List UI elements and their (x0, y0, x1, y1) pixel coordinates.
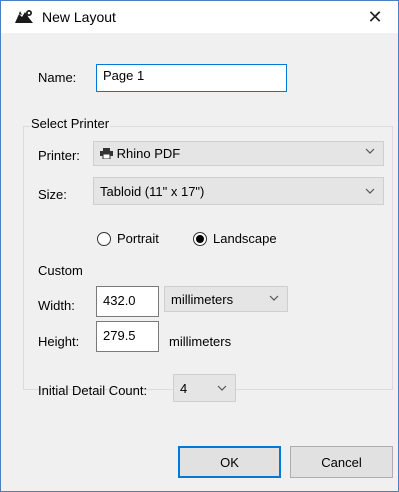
name-input[interactable]: Page 1 (96, 64, 287, 92)
landscape-radio[interactable] (193, 232, 207, 246)
detail-count-label: Initial Detail Count: (38, 383, 148, 398)
printer-dropdown-value-wrap: Rhino PDF (100, 146, 180, 161)
printer-icon (100, 148, 113, 160)
height-input[interactable]: 279.5 (96, 321, 159, 352)
size-dropdown[interactable]: Tabloid (11" x 17") (93, 177, 384, 205)
name-input-value: Page 1 (103, 68, 145, 83)
title-bar: New Layout ✕ (1, 1, 398, 33)
close-button[interactable]: ✕ (352, 1, 398, 33)
ok-button[interactable]: OK (178, 446, 281, 478)
width-value: 432.0 (103, 293, 136, 308)
width-input[interactable]: 432.0 (96, 286, 159, 317)
height-units-label: millimeters (169, 334, 232, 349)
portrait-label: Portrait (117, 231, 159, 246)
dialog-body: Name: Page 1 Select Printer Printer: Rhi… (1, 33, 398, 491)
custom-label: Custom (38, 263, 83, 278)
height-label: Height: (38, 334, 80, 349)
size-label: Size: (38, 187, 67, 202)
printer-label: Printer: (38, 148, 80, 163)
units-dropdown[interactable]: millimeters (164, 286, 288, 312)
width-label: Width: (38, 298, 75, 313)
printer-value: Rhino PDF (116, 146, 181, 161)
size-value: Tabloid (11" x 17") (100, 184, 205, 199)
chevron-down-icon (269, 295, 279, 301)
printer-dropdown[interactable]: Rhino PDF (93, 141, 384, 166)
chevron-down-icon (217, 385, 227, 391)
detail-count-dropdown[interactable]: 4 (173, 374, 236, 402)
width-units-value: millimeters (171, 292, 234, 307)
chevron-down-icon (365, 188, 375, 194)
detail-count-value: 4 (180, 381, 188, 396)
cancel-button[interactable]: Cancel (290, 446, 393, 478)
window-title: New Layout (42, 9, 116, 25)
portrait-radio[interactable] (97, 232, 111, 246)
rhino-app-icon (14, 9, 34, 25)
height-value: 279.5 (103, 328, 136, 343)
select-printer-label: Select Printer (30, 116, 111, 131)
chevron-down-icon (365, 148, 375, 154)
new-layout-dialog: New Layout ✕ Name: Page 1 Select Printer… (0, 0, 399, 492)
landscape-label: Landscape (213, 231, 277, 246)
close-icon: ✕ (367, 6, 383, 27)
name-label: Name: (38, 70, 77, 85)
